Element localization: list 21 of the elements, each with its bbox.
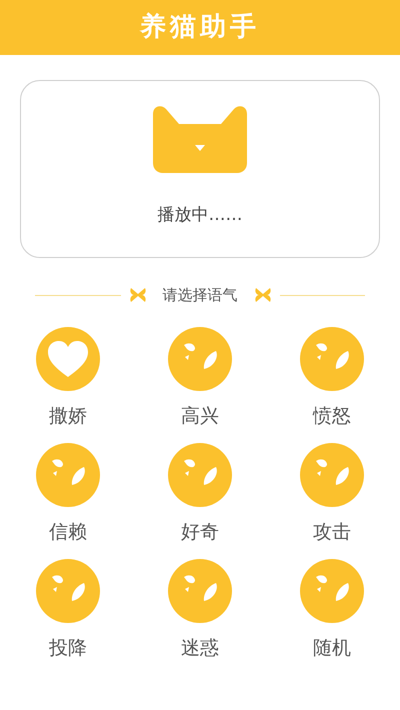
droplet-face-icon [36,558,100,622]
mood-button[interactable]: 信赖 [2,442,134,544]
mood-button[interactable]: 随机 [266,558,398,660]
droplet-face-icon [300,326,364,390]
droplet-face-icon [168,442,232,506]
droplet-face-icon [300,558,364,622]
mood-button[interactable]: 投降 [2,558,134,660]
section-title: 请选择语气 [162,285,238,306]
droplet-face-icon [36,442,100,506]
mood-button[interactable]: 攻击 [266,442,398,544]
playing-status: 播放中…… [158,204,242,227]
mood-button[interactable]: 愤怒 [266,326,398,428]
droplet-face-icon [168,326,232,390]
mood-button[interactable]: 撒娇 [2,326,134,428]
cat-face-icon [153,106,247,173]
droplet-face-icon [300,442,364,506]
mood-button[interactable]: 高兴 [134,326,266,428]
mood-button[interactable]: 迷惑 [134,558,266,660]
app-title: 养猫助手 [140,11,260,44]
droplet-face-icon [168,558,232,622]
mood-button[interactable]: 好奇 [134,442,266,544]
